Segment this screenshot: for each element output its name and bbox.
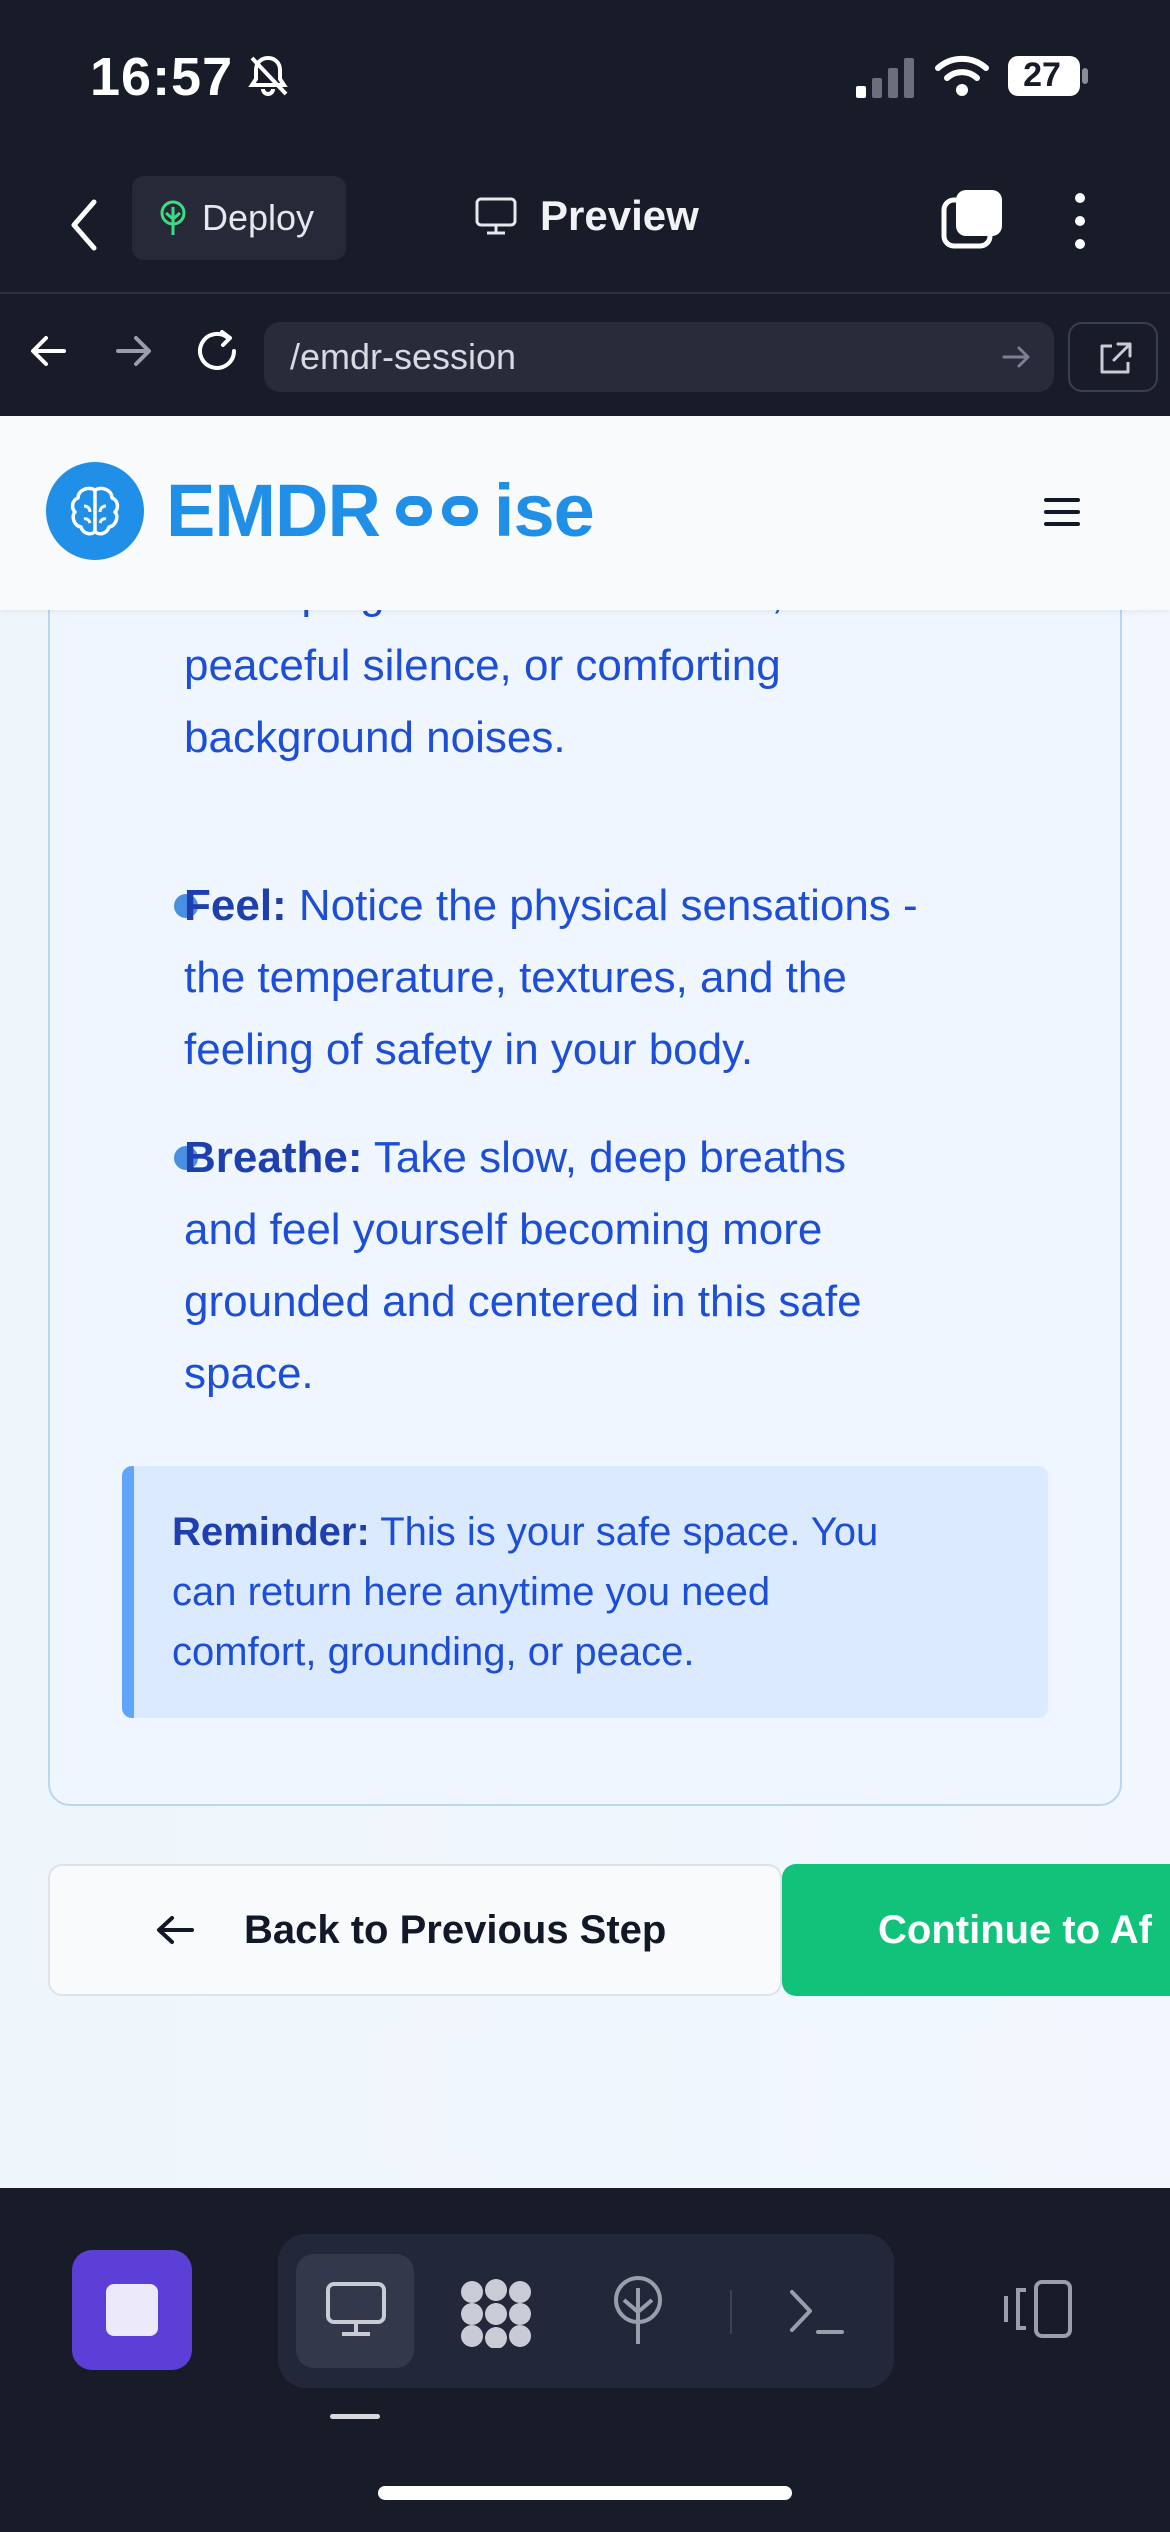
text-line: Take slow, deep breaths — [362, 1133, 847, 1182]
more-vertical-icon[interactable] — [1060, 188, 1100, 254]
feel-item: Feel: Notice the physical sensations - t… — [184, 870, 1104, 1086]
view-switcher — [278, 2234, 894, 2388]
text-line: comfort, grounding, or peace. — [172, 1630, 695, 1674]
deploy-tree-icon — [160, 200, 186, 235]
terminal-icon[interactable] — [786, 2284, 846, 2338]
preview-label: Preview — [540, 192, 699, 239]
stop-button[interactable] — [72, 2250, 192, 2370]
preview-title[interactable]: Preview — [474, 192, 699, 240]
text-line: feeling of safety in your body. — [184, 1025, 754, 1074]
logo-eyes-icon — [395, 495, 478, 526]
deploy-tree-icon[interactable] — [608, 2274, 668, 2348]
home-indicator — [378, 2486, 792, 2500]
tab-preview[interactable] — [296, 2254, 414, 2368]
site-logo[interactable]: EMDR ise — [166, 468, 595, 553]
deploy-label: Deploy — [202, 197, 315, 238]
feel-label: Feel: — [184, 881, 287, 930]
brain-logo[interactable] — [46, 462, 144, 560]
open-external-button[interactable] — [1068, 322, 1158, 392]
url-input[interactable]: /emdr-session — [264, 322, 1054, 392]
breathe-label: Breathe: — [184, 1133, 363, 1182]
bottom-toolbar — [0, 2188, 1170, 2532]
go-arrow-icon[interactable] — [1000, 340, 1034, 374]
url-text: /emdr-session — [290, 336, 517, 377]
logo-prefix: EMDR — [166, 469, 381, 552]
web-viewport: Perhaps gentle nature sounds, peaceful s… — [0, 416, 1170, 2188]
device-toggle-icon[interactable] — [1000, 2280, 1074, 2338]
wifi-icon — [935, 55, 989, 96]
reminder-label: Reminder: — [172, 1510, 370, 1554]
text-line: grounded and centered in this safe — [184, 1277, 862, 1326]
text-line: and feel yourself becoming more — [184, 1205, 823, 1254]
site-header: EMDR ise — [0, 416, 1170, 610]
back-chevron-icon[interactable] — [60, 190, 110, 260]
monitor-icon — [475, 197, 517, 235]
text-line: can return here anytime you need — [172, 1570, 771, 1614]
text-line: the temperature, textures, and the — [184, 953, 847, 1002]
text-line: This is your safe space. You — [369, 1510, 879, 1554]
app-bar: Deploy Preview — [0, 160, 1170, 294]
text-line: Notice the physical sensations - — [286, 881, 918, 930]
monitor-icon — [326, 2282, 386, 2336]
back-to-previous-step-button[interactable]: Back to Previous Step — [48, 1864, 782, 1996]
continue-button-label: Continue to Af — [878, 1907, 1153, 1952]
status-time: 16:57 — [90, 47, 234, 107]
cell-signal-icon — [856, 58, 914, 98]
text-line: background noises. — [184, 713, 566, 762]
active-tab-indicator — [330, 2414, 380, 2419]
text-line: space. — [184, 1349, 314, 1398]
back-button-label: Back to Previous Step — [244, 1907, 667, 1952]
arrow-left-icon — [157, 1916, 194, 1944]
status-bar: 16:57 27 — [0, 0, 1170, 160]
browser-toolbar: /emdr-session — [0, 296, 1170, 416]
battery-level: 27 — [1023, 56, 1061, 94]
text-line: peaceful silence, or comforting — [184, 641, 781, 690]
breathe-item: Breathe: Take slow, deep breaths and fee… — [184, 1122, 1104, 1410]
bell-muted-icon — [248, 55, 288, 96]
tabs-icon[interactable] — [940, 186, 1006, 252]
toolbar-divider — [730, 2290, 732, 2334]
logo-suffix: ise — [493, 469, 595, 552]
continue-button[interactable]: Continue to Af — [782, 1864, 1170, 1996]
arrow-right-icon[interactable] — [108, 326, 158, 376]
hamburger-menu-icon[interactable] — [1042, 496, 1082, 528]
stop-square-icon — [106, 2284, 158, 2336]
deploy-button[interactable]: Deploy — [132, 176, 346, 260]
extensions-grid-icon[interactable] — [458, 2278, 534, 2348]
reload-icon[interactable] — [190, 324, 244, 378]
reminder-callout: Reminder: This is your safe space. You c… — [122, 1466, 1048, 1718]
arrow-left-icon[interactable] — [24, 326, 74, 376]
external-link-icon — [1100, 342, 1132, 374]
brain-icon — [70, 486, 120, 536]
